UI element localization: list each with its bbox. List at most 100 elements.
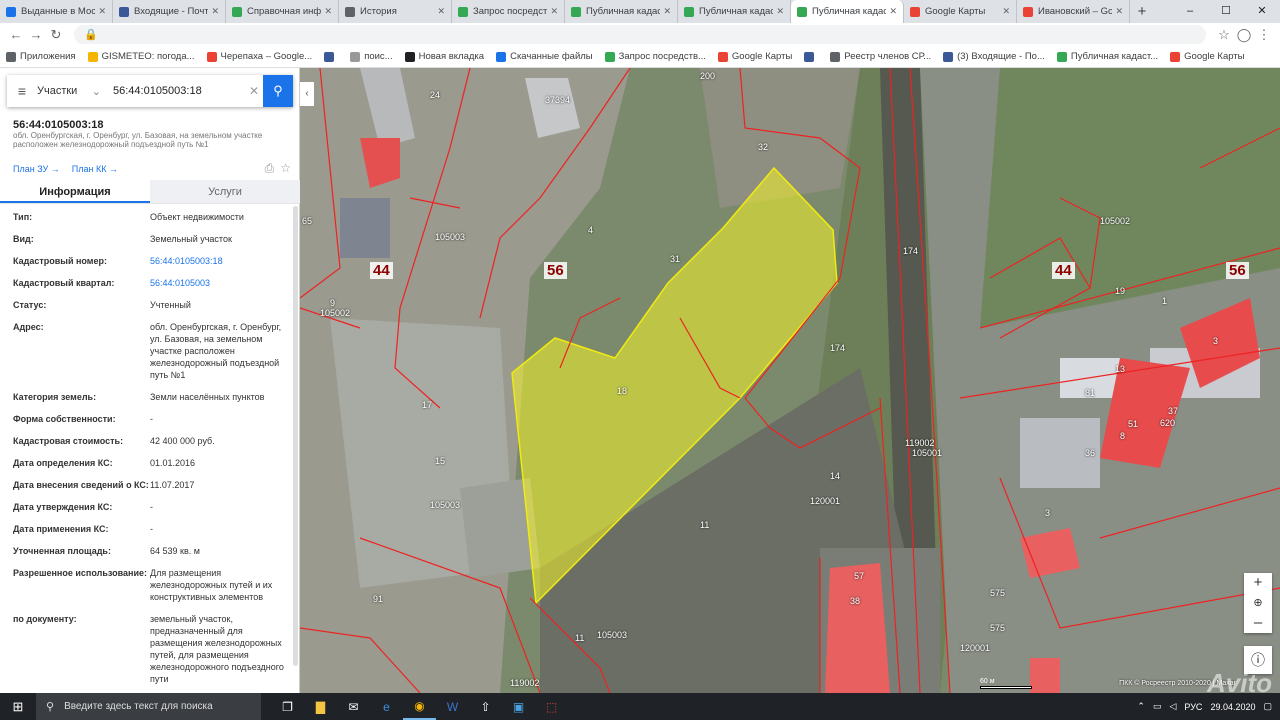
bookmark-item[interactable]: Черепаха – Google... <box>206 51 312 62</box>
word-icon[interactable]: W <box>436 693 469 720</box>
pdf-icon[interactable]: ⬚ <box>535 693 568 720</box>
mail-icon[interactable]: ✉ <box>337 693 370 720</box>
close-tab-icon[interactable]: ✕ <box>776 6 784 17</box>
attribute-key: Адрес: <box>13 322 44 332</box>
zoom-in-button[interactable]: + <box>1244 573 1272 593</box>
search-type-select[interactable]: Участки ⌄ <box>37 85 107 98</box>
upload-icon[interactable]: ⇧ <box>469 693 502 720</box>
clear-icon[interactable]: ✕ <box>249 84 263 98</box>
task-view-icon[interactable]: ❐ <box>271 693 304 720</box>
parcel-label: 36 <box>1085 448 1096 458</box>
collapse-panel-button[interactable]: ‹ <box>300 82 314 106</box>
parcel-label: 37 <box>1168 406 1179 416</box>
taskbar-search[interactable]: ⚲ Введите здесь текст для поиска <box>36 693 261 720</box>
maximize-button[interactable]: ☐ <box>1208 0 1244 23</box>
bookmark-label: Публичная кадаст... <box>1070 51 1159 62</box>
minimize-button[interactable]: – <box>1172 0 1208 23</box>
bookmark-item[interactable]: Публичная кадаст... <box>1056 51 1159 62</box>
bookmark-item[interactable]: Новая вкладка <box>404 51 485 62</box>
bookmark-label: Google Карты <box>731 51 793 62</box>
attribute-value[interactable]: 56:44:0105003:18 <box>150 255 290 267</box>
kebab-menu-icon[interactable]: ⋮ <box>1254 27 1274 43</box>
panel-scrollbar[interactable] <box>293 206 298 666</box>
tray-chevron-icon[interactable]: ⌃ <box>1137 701 1145 712</box>
language-indicator[interactable]: РУС <box>1184 702 1202 712</box>
edge-icon[interactable]: e <box>370 693 403 720</box>
bookmark-icon <box>6 51 16 62</box>
browser-tab[interactable]: Запрос посредств ✕ <box>452 0 565 23</box>
close-window-button[interactable]: ✕ <box>1244 0 1280 23</box>
explorer-icon[interactable]: ▇ <box>304 693 337 720</box>
address-bar[interactable]: 🔒 <box>74 25 1206 44</box>
browser-tab[interactable]: Ивановский – Goo ✕ <box>1017 0 1130 23</box>
profile-icon[interactable]: ◯ <box>1234 27 1254 43</box>
bookmark-label: Новая вкладка <box>418 51 485 62</box>
bookmark-item[interactable]: поис... <box>350 51 393 62</box>
forward-icon[interactable]: → <box>26 27 46 42</box>
close-tab-icon[interactable]: ✕ <box>889 6 897 17</box>
plan-kk-link[interactable]: План КК → <box>72 164 118 174</box>
bookmark-item[interactable]: Google Карты <box>717 51 793 62</box>
new-tab-button[interactable]: + <box>1130 0 1154 23</box>
parcel-label: 9 <box>330 298 336 308</box>
close-tab-icon[interactable]: ✕ <box>1115 6 1123 17</box>
parcel-label: 11 <box>575 633 585 643</box>
browser-tab[interactable]: Google Карты ✕ <box>904 0 1017 23</box>
bookmark-item[interactable] <box>804 51 818 62</box>
windows-start-icon[interactable]: ⊞ <box>0 699 36 715</box>
close-tab-icon[interactable]: ✕ <box>550 6 558 17</box>
attribute-value: Объект недвижимости <box>150 212 244 222</box>
photos-icon[interactable]: ▣ <box>502 693 535 720</box>
map-view[interactable]: ‹ 56 44 56 44 56 20024373943243118171514… <box>300 68 1280 693</box>
bookmark-item[interactable]: Запрос посредств... <box>604 51 706 62</box>
bookmark-item[interactable]: (3) Входящие - По... <box>943 51 1045 62</box>
bookmark-item[interactable]: Реестр членов СР... <box>830 51 931 62</box>
network-icon[interactable]: ▭ <box>1153 701 1162 712</box>
plan-zu-link[interactable]: План ЗУ → <box>13 164 60 174</box>
close-tab-icon[interactable]: ✕ <box>324 6 332 17</box>
bookmark-item[interactable]: Приложения <box>6 51 76 62</box>
hamburger-menu-icon[interactable]: ≡ <box>7 83 37 99</box>
search-button[interactable]: ⚲ <box>263 75 293 107</box>
browser-tab[interactable]: Публичная кадаст ✕ <box>678 0 791 23</box>
star-icon[interactable]: ☆ <box>1214 27 1234 43</box>
tab-services[interactable]: Услуги <box>150 180 300 203</box>
attribute-value: Для размещения железнодорожных путей и и… <box>150 568 273 602</box>
back-icon[interactable]: ← <box>6 27 26 42</box>
browser-tab[interactable]: Входящие - Почта ✕ <box>113 0 226 23</box>
volume-icon[interactable]: ◁ <box>1169 701 1176 712</box>
reload-icon[interactable]: ↻ <box>46 27 66 43</box>
bookmark-item[interactable]: Скачанные файлы <box>496 51 593 62</box>
bookmark-item[interactable]: GISMETEO: погода... <box>87 51 195 62</box>
browser-tab[interactable]: Справочная инф ✕ <box>226 0 339 23</box>
attribute-key: Тип: <box>13 212 33 222</box>
attribute-key: Кадастровый номер: <box>13 256 107 266</box>
locate-icon[interactable]: ⊕ <box>1244 593 1272 613</box>
bookmark-item[interactable]: Google Карты <box>1170 51 1245 62</box>
close-tab-icon[interactable]: ✕ <box>663 6 671 17</box>
close-tab-icon[interactable]: ✕ <box>98 6 106 17</box>
search-input[interactable]: 56:44:0105003:18 <box>107 85 249 97</box>
browser-tab[interactable]: Выданные в Моск ✕ <box>0 0 113 23</box>
browser-tab[interactable]: Публичная кадаст ✕ <box>565 0 678 23</box>
close-tab-icon[interactable]: ✕ <box>1002 6 1010 17</box>
close-tab-icon[interactable]: ✕ <box>437 6 445 17</box>
browser-tab[interactable]: История ✕ <box>339 0 452 23</box>
tab-information[interactable]: Информация <box>0 180 150 203</box>
bookmark-label: GISMETEO: погода... <box>101 51 195 62</box>
parcel-label: 32 <box>758 142 769 152</box>
info-panel: ≡ Участки ⌄ 56:44:0105003:18 ✕ ⚲ 56:44:0… <box>0 68 300 693</box>
zoom-out-button[interactable]: – <box>1244 613 1272 633</box>
attribute-value[interactable]: 56:44:0105003 <box>150 277 290 289</box>
favorite-star-icon[interactable]: ☆ <box>280 161 291 176</box>
bookmark-item[interactable] <box>324 51 338 62</box>
quarter-label: 56 <box>544 262 567 279</box>
notification-icon[interactable]: ▢ <box>1263 701 1272 712</box>
chrome-icon[interactable]: ◉ <box>403 693 436 720</box>
print-icon[interactable]: ⎙ <box>265 161 275 176</box>
close-tab-icon[interactable]: ✕ <box>211 6 219 17</box>
attribute-row: Категория земель: Земли населённых пункто… <box>0 386 293 408</box>
clock[interactable]: 29.04.2020 <box>1210 702 1255 712</box>
plan-links: План ЗУ → План КК → <box>13 164 118 174</box>
browser-tab[interactable]: Публичная кадаст ✕ <box>791 0 904 23</box>
